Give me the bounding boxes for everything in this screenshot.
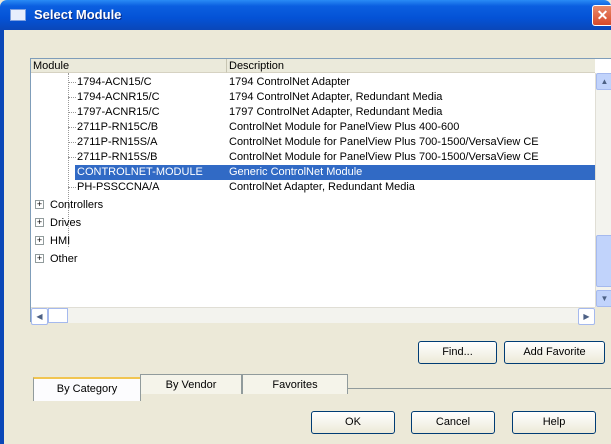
tree-guide — [68, 97, 76, 98]
category-label: Drives — [50, 217, 82, 229]
table-row[interactable]: 2711P-RN15S/A ControlNet Module for Pane… — [31, 135, 595, 150]
expand-icon[interactable]: + — [35, 200, 44, 209]
scroll-left-icon[interactable]: ◀ — [31, 308, 48, 325]
module-name: 1797-ACNR15/C — [77, 106, 160, 118]
cancel-button[interactable]: Cancel — [411, 411, 495, 434]
tree-guide — [68, 112, 76, 113]
add-favorite-button[interactable]: Add Favorite — [504, 341, 605, 364]
tab-favorites[interactable]: Favorites — [242, 374, 348, 394]
category-label: HMI — [50, 235, 71, 247]
column-header-module[interactable]: Module — [31, 59, 227, 73]
help-button[interactable]: Help — [512, 411, 596, 434]
module-list[interactable]: Module Description 1794-ACN15/C 1794 Con… — [30, 58, 611, 325]
module-description: ControlNet Module for PanelView Plus 400… — [229, 121, 460, 133]
select-module-dialog: Select Module ✕ Module Description 1794-… — [0, 0, 611, 444]
column-header-description[interactable]: Description — [227, 59, 595, 73]
tree-guide — [68, 142, 76, 143]
tree-guide — [68, 187, 76, 188]
expand-icon[interactable]: + — [35, 236, 44, 245]
module-name: CONTROLNET-MODULE — [77, 166, 203, 178]
tree-guide — [68, 127, 76, 128]
module-description: 1797 ControlNet Adapter, Redundant Media — [229, 106, 443, 118]
scroll-up-icon[interactable]: ▲ — [596, 73, 611, 90]
category-label: Controllers — [50, 199, 104, 211]
table-row[interactable]: 2711P-RN15C/B ControlNet Module for Pane… — [31, 120, 595, 135]
tab-by-vendor[interactable]: By Vendor — [140, 374, 242, 394]
vertical-scrollbar[interactable]: ▲ ▼ — [595, 73, 611, 307]
expand-icon[interactable]: + — [35, 218, 44, 227]
table-row[interactable]: 1794-ACN15/C 1794 ControlNet Adapter — [31, 75, 595, 90]
module-name: 2711P-RN15S/B — [77, 151, 158, 163]
window-title: Select Module — [34, 7, 122, 22]
category-label: Other — [50, 253, 78, 265]
table-row[interactable]: 1794-ACNR15/C 1794 ControlNet Adapter, R… — [31, 90, 595, 105]
scrollbar-corner — [595, 307, 611, 323]
tree-guide — [68, 157, 76, 158]
tree-guide — [68, 82, 76, 83]
title-bar[interactable]: Select Module ✕ — [0, 0, 611, 30]
module-description: ControlNet Adapter, Redundant Media — [229, 181, 415, 193]
module-description: ControlNet Module for PanelView Plus 700… — [229, 151, 539, 163]
module-name: 1794-ACNR15/C — [77, 91, 160, 103]
scroll-down-icon[interactable]: ▼ — [596, 290, 611, 307]
module-name: 2711P-RN15C/B — [77, 121, 159, 133]
scroll-right-icon[interactable]: ▶ — [578, 308, 595, 325]
module-name: 1794-ACN15/C — [77, 76, 152, 88]
horizontal-scrollbar[interactable]: ◀ ▶ — [31, 307, 595, 325]
module-description: ControlNet Module for PanelView Plus 700… — [229, 136, 539, 148]
ok-button[interactable]: OK — [311, 411, 395, 434]
module-name: 2711P-RN15S/A — [77, 136, 158, 148]
vertical-scroll-thumb[interactable] — [596, 235, 611, 287]
table-row[interactable]: PH-PSSCCNA/A ControlNet Adapter, Redunda… — [31, 180, 595, 195]
window-icon — [10, 9, 26, 21]
horizontal-scroll-thumb[interactable] — [48, 308, 68, 323]
expand-icon[interactable]: + — [35, 254, 44, 263]
table-row[interactable]: 2711P-RN15S/B ControlNet Module for Pane… — [31, 150, 595, 165]
table-row[interactable]: 1797-ACNR15/C 1797 ControlNet Adapter, R… — [31, 105, 595, 120]
table-row-selected[interactable]: CONTROLNET-MODULE Generic ControlNet Mod… — [75, 165, 595, 180]
tab-by-category[interactable]: By Category — [33, 377, 141, 401]
module-description: Generic ControlNet Module — [229, 166, 363, 178]
module-description: 1794 ControlNet Adapter, Redundant Media — [229, 91, 443, 103]
module-description: 1794 ControlNet Adapter — [229, 76, 351, 88]
find-button[interactable]: Find... — [418, 341, 497, 364]
window-frame — [0, 30, 4, 444]
close-button[interactable]: ✕ — [592, 5, 611, 26]
module-name: PH-PSSCCNA/A — [77, 181, 160, 193]
